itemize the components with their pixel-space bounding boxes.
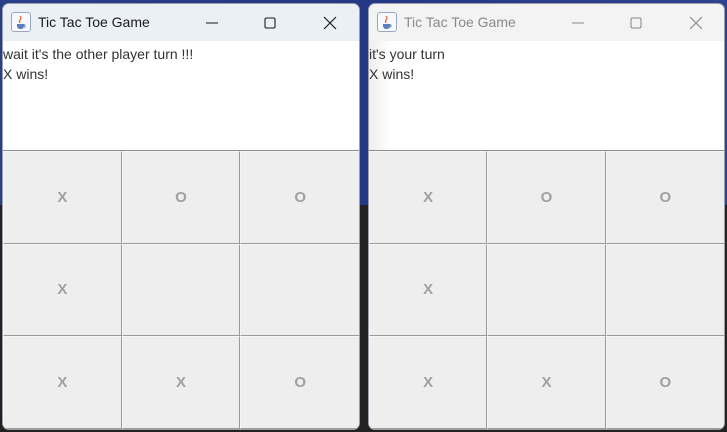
java-icon bbox=[377, 12, 397, 32]
board-cell-7[interactable]: X bbox=[3, 336, 122, 429]
minimize-button[interactable] bbox=[555, 4, 601, 41]
turn-status: wait it's the other player turn !!! bbox=[3, 46, 194, 62]
title-bar[interactable]: Tic Tac Toe Game bbox=[369, 4, 724, 41]
maximize-icon bbox=[630, 16, 642, 29]
tic-tac-toe-window-2[interactable]: Tic Tac Toe Game it's your turn X wins! … bbox=[368, 3, 725, 430]
status-area: it's your turn X wins! bbox=[369, 41, 724, 150]
status-area: wait it's the other player turn !!! X wi… bbox=[3, 41, 359, 150]
board-cell-5[interactable] bbox=[121, 243, 241, 337]
board-cell-4[interactable]: X bbox=[3, 243, 122, 337]
board-cell-8[interactable]: X bbox=[121, 336, 241, 429]
board-cell-7[interactable]: X bbox=[369, 336, 488, 429]
result-status: X wins! bbox=[3, 66, 49, 82]
minimize-icon bbox=[572, 22, 584, 23]
minimize-icon bbox=[206, 22, 218, 23]
close-button[interactable] bbox=[307, 4, 353, 41]
board-cell-6[interactable] bbox=[605, 243, 724, 337]
board-cell-2[interactable]: O bbox=[487, 151, 606, 244]
board-cell-3[interactable]: O bbox=[240, 151, 359, 244]
window-title: Tic Tac Toe Game bbox=[38, 14, 150, 30]
board-cell-9[interactable]: O bbox=[605, 336, 724, 429]
close-button[interactable] bbox=[673, 4, 719, 41]
board-cell-5[interactable] bbox=[487, 243, 606, 337]
turn-status: it's your turn bbox=[369, 46, 445, 62]
board-cell-2[interactable]: O bbox=[121, 151, 241, 244]
maximize-button[interactable] bbox=[613, 4, 659, 41]
tic-tac-toe-window-1[interactable]: Tic Tac Toe Game wait it's the other pla… bbox=[2, 3, 360, 430]
result-status: X wins! bbox=[369, 66, 415, 82]
board-cell-8[interactable]: X bbox=[487, 336, 606, 429]
game-board: X O O X X X O bbox=[3, 150, 359, 429]
java-icon bbox=[11, 12, 31, 32]
board-cell-1[interactable]: X bbox=[369, 151, 488, 244]
maximize-button[interactable] bbox=[247, 4, 293, 41]
board-cell-4[interactable]: X bbox=[369, 243, 488, 337]
close-icon bbox=[323, 16, 337, 29]
close-icon bbox=[689, 16, 703, 29]
maximize-icon bbox=[264, 16, 276, 29]
window-title: Tic Tac Toe Game bbox=[404, 14, 516, 30]
game-board: X O O X X X O bbox=[369, 150, 724, 429]
minimize-button[interactable] bbox=[189, 4, 235, 41]
board-cell-6[interactable] bbox=[240, 243, 359, 337]
title-bar[interactable]: Tic Tac Toe Game bbox=[3, 4, 359, 41]
board-cell-3[interactable]: O bbox=[605, 151, 724, 244]
board-cell-9[interactable]: O bbox=[240, 336, 359, 429]
board-cell-1[interactable]: X bbox=[3, 151, 122, 244]
